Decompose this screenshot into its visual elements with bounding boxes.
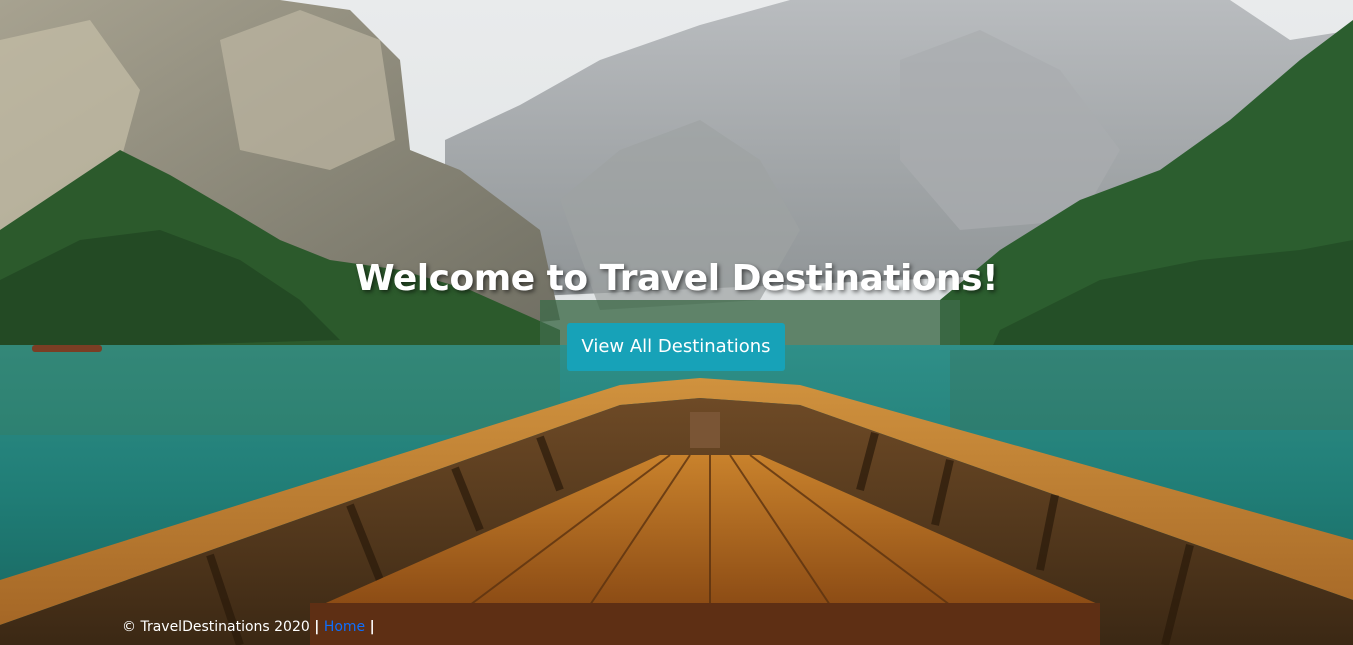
footer-home-link[interactable]: Home [324, 619, 365, 635]
footer-separator: | [314, 619, 320, 635]
footer-copyright: © TravelDestinations 2020 [122, 619, 310, 635]
hero-section: Welcome to Travel Destinations! View All… [0, 0, 1353, 645]
footer-separator-end: | [369, 619, 375, 635]
footer: © TravelDestinations 2020 | Home | [122, 616, 375, 638]
view-all-destinations-button[interactable]: View All Destinations [567, 323, 785, 371]
hero-title: Welcome to Travel Destinations! [354, 258, 999, 299]
